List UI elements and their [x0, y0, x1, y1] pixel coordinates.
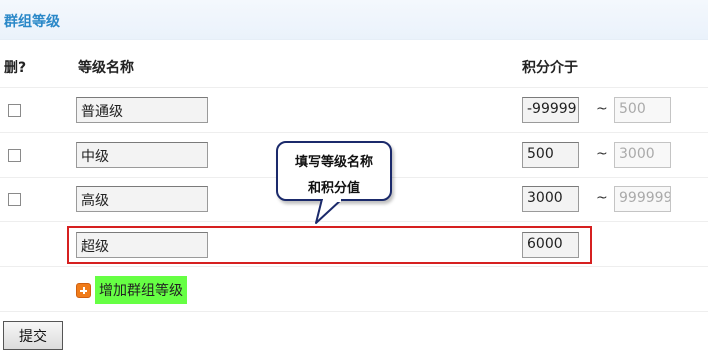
points-max-input[interactable]: 3000 — [614, 142, 671, 168]
row-divider — [0, 311, 708, 312]
callout-line-2: 和积分值 — [307, 181, 360, 196]
range-separator: ~ — [596, 101, 608, 117]
new-level-name-input[interactable]: 超级 — [76, 232, 208, 258]
points-max-input[interactable]: 999999 — [614, 186, 671, 212]
level-name-input[interactable]: 普通级 — [76, 97, 208, 123]
header-points-range: 积分介于 — [522, 60, 578, 76]
level-name-input[interactable]: 高级 — [76, 186, 208, 212]
new-points-min-input[interactable]: 6000 — [522, 232, 579, 258]
title-bar: 群组等级 — [0, 0, 708, 40]
submit-button[interactable]: 提交 — [3, 321, 63, 350]
points-max-input[interactable]: 500 — [614, 97, 671, 123]
page-title: 群组等级 — [4, 14, 60, 30]
range-separator: ~ — [596, 146, 608, 162]
row-divider — [0, 266, 708, 267]
plus-icon — [76, 283, 91, 298]
row-divider — [0, 221, 708, 222]
add-level-label[interactable]: 增加群组等级 — [95, 276, 187, 304]
delete-checkbox[interactable] — [8, 149, 21, 162]
header-level-name: 等级名称 — [78, 60, 134, 76]
delete-checkbox[interactable] — [8, 104, 21, 117]
callout-pointer — [315, 199, 343, 224]
level-name-input[interactable]: 中级 — [76, 142, 208, 168]
callout-bubble: 填写等级名称 和积分值 — [276, 141, 392, 201]
row-divider — [0, 132, 708, 133]
points-min-input[interactable]: 500 — [522, 142, 579, 168]
points-min-input[interactable]: -99999 — [522, 97, 579, 123]
points-min-input[interactable]: 3000 — [522, 186, 579, 212]
range-separator: ~ — [596, 190, 608, 206]
row-divider — [0, 87, 708, 88]
delete-checkbox[interactable] — [8, 193, 21, 206]
callout-line-1: 填写等级名称 — [294, 155, 373, 170]
header-delete: 删? — [4, 60, 27, 76]
